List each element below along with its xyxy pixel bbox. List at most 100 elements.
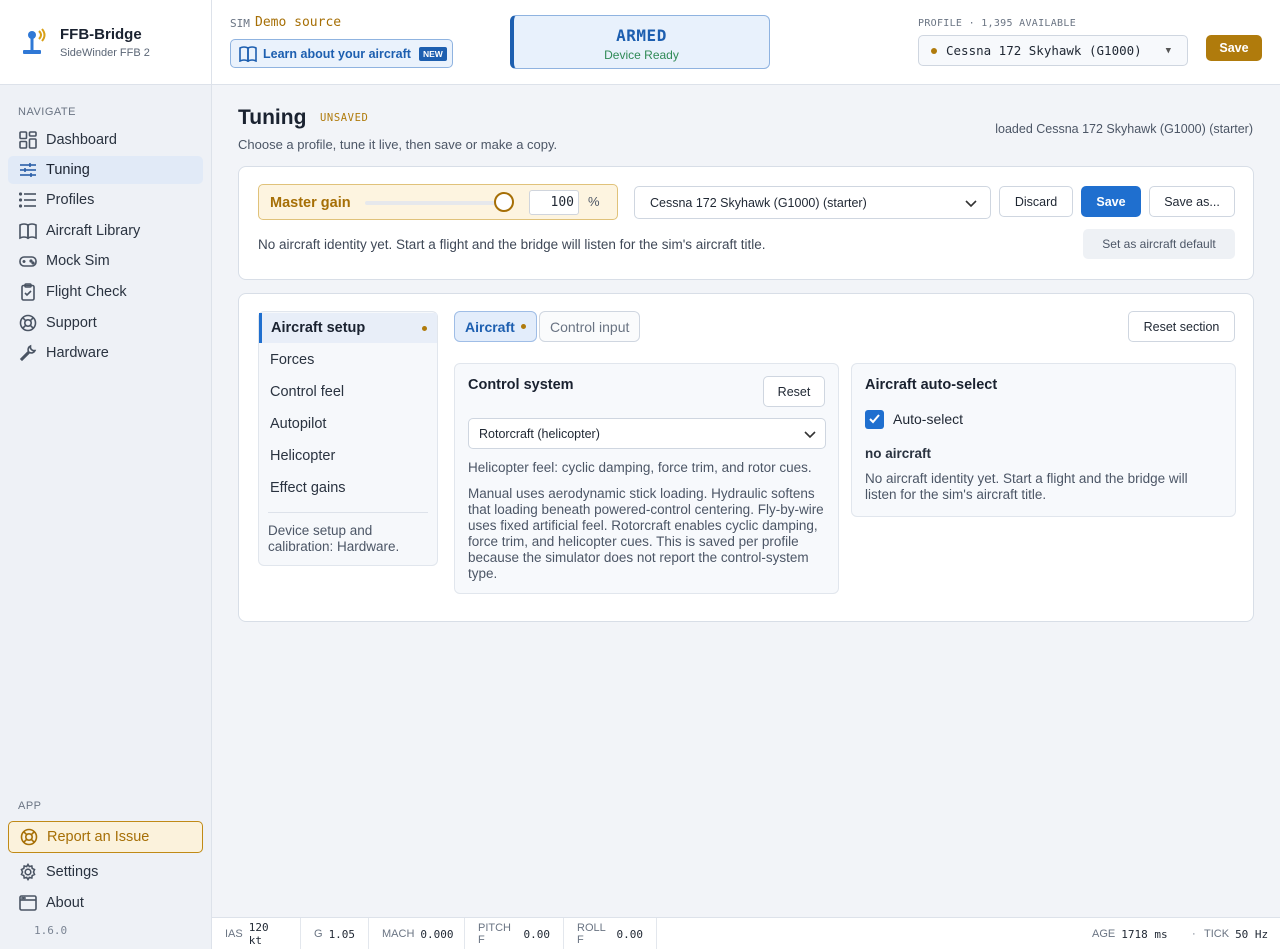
reset-button[interactable]: Reset xyxy=(763,376,825,407)
sidebar-item-label: Hardware xyxy=(46,345,109,361)
sidebar-item-label: Dashboard xyxy=(46,132,117,148)
unsaved-badge: UNSAVED xyxy=(320,112,369,124)
discard-button[interactable]: Discard xyxy=(999,186,1073,217)
auto-select-state: no aircraft xyxy=(865,446,932,461)
control-system-select[interactable]: Rotorcraft (helicopter) xyxy=(468,418,826,449)
sidebar-item-label: Support xyxy=(46,315,97,331)
tab-aircraft[interactable]: Aircraft xyxy=(454,311,537,342)
control-system-hint: Helicopter feel: cyclic damping, force t… xyxy=(468,460,812,475)
age-value: 1718 ms xyxy=(1121,927,1168,941)
age-readout: AGE 1718 ms xyxy=(1092,918,1168,949)
master-gain-control: Master gain 100 % xyxy=(258,184,618,220)
pitch-force-value: 0.00 xyxy=(523,927,551,941)
tick-value: 50 Hz xyxy=(1235,927,1269,941)
sidebar-item-label: Flight Check xyxy=(46,284,127,300)
control-system-description: Manual uses aerodynamic stick loading. H… xyxy=(468,486,824,581)
learn-aircraft-button[interactable]: Learn about your aircraft NEW xyxy=(230,39,453,68)
divider xyxy=(268,512,428,513)
chevron-down-icon xyxy=(803,427,817,444)
chevron-down-icon xyxy=(964,196,978,213)
section-item-helicopter[interactable]: Helicopter xyxy=(259,441,437,471)
sidebar-item-label: Settings xyxy=(46,864,99,880)
gear-icon xyxy=(18,862,38,882)
page-subtitle: Choose a profile, tune it live, then sav… xyxy=(238,137,558,152)
modified-dot xyxy=(931,47,937,54)
section-item-label: Aircraft setup xyxy=(271,320,366,336)
profile-controls-card: Master gain 100 % Cessna 172 Skyhawk (G1… xyxy=(238,166,1254,280)
dashboard-icon xyxy=(18,130,38,150)
section-item-autopilot[interactable]: Autopilot xyxy=(259,409,437,439)
auto-select-title: Aircraft auto-select xyxy=(865,377,998,393)
profile-dropdown[interactable]: Cessna 172 Skyhawk (G1000) ▼ xyxy=(918,35,1188,66)
control-system-title: Control system xyxy=(468,377,574,393)
learn-aircraft-label: Learn about your aircraft xyxy=(263,46,411,61)
roll-force-label: ROLL F xyxy=(577,922,606,946)
save-button[interactable]: Save xyxy=(1081,186,1141,217)
lifebuoy-icon xyxy=(19,827,39,847)
mach-label: MACH xyxy=(382,928,415,940)
profile-count-label: PROFILE · 1,395 AVAILABLE xyxy=(918,18,1077,29)
modified-dot xyxy=(422,325,427,331)
book-icon xyxy=(239,45,257,62)
reset-section-button[interactable]: Reset section xyxy=(1128,311,1235,342)
section-item-effect-gains[interactable]: Effect gains xyxy=(259,473,437,503)
g-value: 1.05 xyxy=(328,927,356,941)
top-bar: SIM Demo source Learn about your aircraf… xyxy=(212,0,1280,85)
wrench-icon xyxy=(18,343,38,363)
section-item-control-feel[interactable]: Control feel xyxy=(259,377,437,407)
sidebar-item-mock-sim[interactable]: Mock Sim xyxy=(8,247,203,275)
section-item-aircraft-setup[interactable]: Aircraft setup xyxy=(259,313,437,343)
sidebar-item-flight-check[interactable]: Flight Check xyxy=(8,278,203,306)
book-icon xyxy=(18,221,38,241)
sidebar-item-settings[interactable]: Settings xyxy=(8,858,203,886)
sliders-icon xyxy=(18,160,38,180)
report-issue-button[interactable]: Report an Issue xyxy=(8,821,203,853)
sidebar-item-label: Mock Sim xyxy=(46,253,110,269)
app-version: 1.6.0 xyxy=(34,924,68,937)
pitch-force-label: PITCH F xyxy=(478,922,511,946)
set-aircraft-default-button[interactable]: Set as aircraft default xyxy=(1083,229,1235,259)
ias-readout: IAS 120 kt xyxy=(212,918,301,949)
app-name: FFB-Bridge xyxy=(60,25,142,43)
section-nav: Aircraft setup Forces Control feel Autop… xyxy=(258,311,438,566)
sidebar-item-profiles[interactable]: Profiles xyxy=(8,186,203,214)
top-save-button[interactable]: Save xyxy=(1206,35,1262,61)
roll-force-readout: ROLL F 0.00 xyxy=(564,918,657,949)
modified-dot xyxy=(520,324,526,329)
section-item-forces[interactable]: Forces xyxy=(259,345,437,375)
loaded-profile-text: loaded Cessna 172 Skyhawk (G1000) (start… xyxy=(995,122,1253,136)
tab-label: Aircraft xyxy=(465,318,515,335)
auto-select-label: Auto-select xyxy=(893,411,964,427)
sidebar-item-aircraft-library[interactable]: Aircraft Library xyxy=(8,217,203,245)
gamepad-icon xyxy=(18,251,38,271)
auto-select-checkbox[interactable] xyxy=(865,410,884,429)
master-gain-label: Master gain xyxy=(270,195,351,211)
hardware-note: Device setup and calibration: Hardware. xyxy=(268,523,400,554)
report-issue-label: Report an Issue xyxy=(47,829,150,845)
sim-source-value: Demo source xyxy=(255,15,342,30)
tab-control-input[interactable]: Control input xyxy=(539,311,641,342)
ias-label: IAS xyxy=(225,928,243,940)
sidebar-item-dashboard[interactable]: Dashboard xyxy=(8,126,203,154)
control-system-select-value: Rotorcraft (helicopter) xyxy=(479,426,600,441)
profile-select[interactable]: Cessna 172 Skyhawk (G1000) (starter) xyxy=(634,186,991,219)
sidebar-item-label: About xyxy=(46,895,84,911)
percent-unit: % xyxy=(588,194,600,209)
master-gain-input[interactable]: 100 xyxy=(529,190,579,215)
navigate-label: NAVIGATE xyxy=(18,106,76,118)
sidebar-item-hardware[interactable]: Hardware xyxy=(8,339,203,367)
sidebar-item-tuning[interactable]: Tuning xyxy=(8,156,203,184)
identity-note: No aircraft identity yet. Start a flight… xyxy=(258,237,766,252)
mach-value: 0.000 xyxy=(420,927,454,941)
g-readout: G 1.05 xyxy=(301,918,369,949)
sidebar-item-label: Tuning xyxy=(46,162,90,178)
sidebar-item-about[interactable]: About xyxy=(8,889,203,917)
save-as-button[interactable]: Save as... xyxy=(1149,186,1235,217)
tick-readout: TICK 50 Hz xyxy=(1204,918,1268,949)
telemetry-status-bar: IAS 120 kt G 1.05 MACH 0.000 PITCH F 0.00 RO… xyxy=(212,917,1280,949)
master-gain-slider-track[interactable] xyxy=(365,201,505,205)
sidebar-item-support[interactable]: Support xyxy=(8,309,203,337)
brand: FFB-Bridge SideWinder FFB 2 xyxy=(0,0,211,85)
master-gain-slider-handle[interactable] xyxy=(494,192,514,212)
age-label: AGE xyxy=(1092,928,1116,940)
